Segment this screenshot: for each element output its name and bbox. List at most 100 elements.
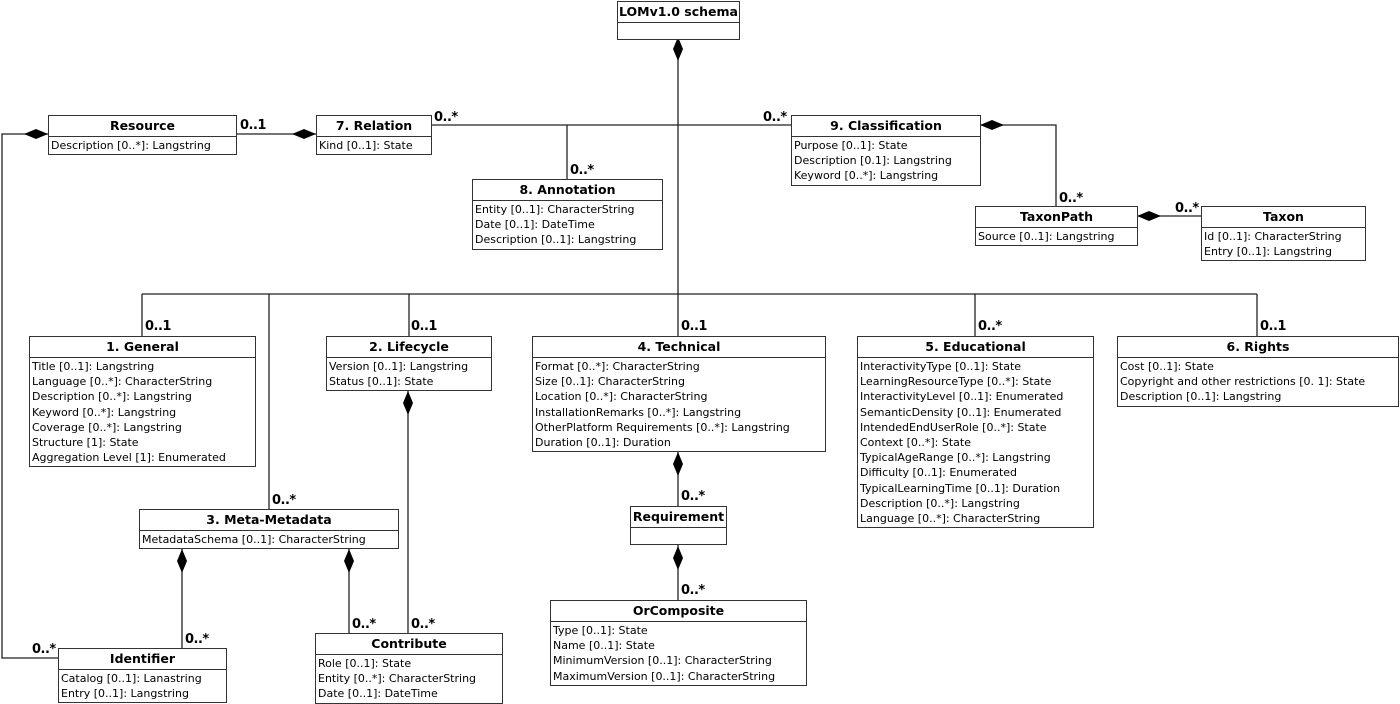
attribute: Entity [0..*]: CharacterString [318,672,477,686]
attribute: Duration [0..1]: Duration [535,436,671,450]
attribute: Entity [0..1]: CharacterString [475,203,635,216]
multiplicity-label: 0..1 [681,319,707,334]
multiplicity-label: 0..* [978,319,1002,334]
class-name: 1. General [30,337,255,358]
class-name: 6. Rights [1118,337,1398,358]
attribute: InstallationRemarks [0..*]: Langstring [535,405,742,419]
attribute: Description [0..*]: Langstring [51,139,211,152]
diamond-metametadata-contribute [344,549,354,573]
attribute: Language [0..*]: CharacterString [860,512,1041,526]
class-root[interactable]: LOMv1.0 schema [617,1,740,40]
class-taxonpath[interactable]: TaxonPath Source [0..1]: Langstring [975,206,1138,247]
multiplicity-label: 0..1 [411,319,437,334]
attribute: Type [0..1]: State [553,624,648,637]
class-name: 8. Annotation [473,180,662,201]
class-name: TaxonPath [976,207,1137,228]
class-name: 2. Lifecycle [327,337,491,358]
class-attributes [631,528,726,544]
attribute: InteractivityType [0..1]: State [860,360,1022,373]
attribute: Keyword [0..*]: Langstring [794,169,939,183]
class-rights[interactable]: 6. Rights Cost [0..1]: State Copyright a… [1117,336,1399,407]
class-attributes: Description [0..*]: Langstring [49,137,236,154]
multiplicity-label: 0..1 [1260,319,1286,334]
diamond-classification [980,120,1004,130]
multiplicity-label: 0..* [681,583,705,598]
class-attributes: Source [0..1]: Langstring [976,228,1137,245]
class-name: 7. Relation [317,116,431,137]
attribute: Catalog [0..1]: Lanastring [61,672,202,685]
line-classification-taxonpath [980,124,1057,206]
class-name: Requirement [631,507,726,528]
attribute: TypicalAgeRange [0..*]: Langstring [860,451,1051,465]
class-identifier[interactable]: Identifier Catalog [0..1]: Lanastring En… [58,648,227,704]
diamond-technical [673,452,683,476]
attribute: Description [0..*]: Langstring [860,496,1020,510]
diamond-taxonpath [1137,211,1161,221]
multiplicity-label: 0..1 [145,319,171,334]
attribute: Role [0..1]: State [318,657,412,670]
attribute: Location [0..*]: CharacterString [535,390,708,404]
diamond-lifecycle [403,391,413,415]
class-attributes: Format [0..*]: CharacterString Size [0..… [533,358,825,451]
attribute: Name [0..1]: State [553,639,655,653]
class-general[interactable]: 1. General Title [0..1]: Langstring Lang… [29,336,256,468]
class-name: LOMv1.0 schema [618,2,739,23]
class-attributes: InteractivityType [0..1]: State Learning… [858,358,1093,527]
multiplicity-label: 0..* [411,617,435,632]
attribute: Description [0.1]: Langstring [794,154,952,168]
class-name: Resource [49,116,236,137]
class-name: Taxon [1202,207,1365,228]
class-taxon[interactable]: Taxon Id [0..1]: CharacterString Entry [… [1201,206,1366,262]
class-attributes: Type [0..1]: State Name [0..1]: State Mi… [551,622,806,685]
class-contribute[interactable]: Contribute Role [0..1]: State Entity [0.… [315,633,503,704]
class-educational[interactable]: 5. Educational InteractivityType [0..1]:… [857,336,1094,529]
attribute: Keyword [0..*]: Langstring [32,405,177,419]
diamond-relation [292,129,316,139]
attribute: Difficulty [0..1]: Enumerated [860,466,1018,480]
attribute: Date [0..1]: DateTime [318,687,438,701]
class-relation[interactable]: 7. Relation Kind [0..1]: State [316,115,432,156]
class-metametadata[interactable]: 3. Meta-Metadata MetadataSchema [0..1]: … [139,509,399,550]
multiplicity-label: 0..* [570,163,594,178]
class-annotation[interactable]: 8. Annotation Entity [0..1]: CharacterSt… [472,179,663,250]
attribute: Coverage [0..*]: Langstring [32,420,182,434]
class-attributes: Version [0..1]: Langstring Status [0..1]… [327,358,491,390]
class-name: Identifier [59,649,226,670]
attribute: Entry [0..1]: Langstring [1204,245,1332,259]
attribute: Kind [0..1]: State [319,139,413,152]
attribute: Copyright and other restrictions [0. 1]:… [1120,375,1366,389]
attribute: TypicalLearningTime [0..1]: Duration [860,481,1061,495]
attribute: Cost [0..1]: State [1120,360,1214,373]
class-attributes: Id [0..1]: CharacterString Entry [0..1]:… [1202,228,1365,260]
class-attributes: Entity [0..1]: CharacterString Date [0..… [473,201,662,249]
class-attributes: Role [0..1]: State Entity [0..*]: Charac… [316,655,502,703]
class-lifecycle[interactable]: 2. Lifecycle Version [0..1]: Langstring … [326,336,492,392]
attribute: Language [0..*]: CharacterString [32,375,213,389]
attribute: OtherPlatform Requirements [0..*]: Langs… [535,420,790,434]
attribute: Version [0..1]: Langstring [329,360,469,373]
class-requirement[interactable]: Requirement [630,506,727,545]
multiplicity-label: 0..1 [240,118,266,133]
attribute: Format [0..*]: CharacterString [535,360,700,373]
class-attributes: Purpose [0..1]: State Description [0.1]:… [792,137,980,185]
class-name: OrComposite [551,601,806,622]
attribute: LearningResourceType [0..*]: State [860,375,1052,389]
class-classification[interactable]: 9. Classification Purpose [0..1]: State … [791,115,981,186]
multiplicity-label: 0..* [32,642,56,657]
multiplicity-label: 0..* [352,617,376,632]
diamond-root [673,37,683,61]
attribute: Id [0..1]: CharacterString [1204,230,1342,243]
class-resource[interactable]: Resource Description [0..*]: Langstring [48,115,237,156]
class-name: 5. Educational [858,337,1093,358]
class-orcomposite[interactable]: OrComposite Type [0..1]: State Name [0..… [550,600,807,686]
diamond-metametadata-identifier [177,549,187,573]
class-attributes: MetadataSchema [0..1]: CharacterString [140,531,398,548]
multiplicity-label: 0..* [434,110,458,125]
attribute: Description [0..1]: Langstring [1120,390,1282,404]
attribute: Description [0..1]: Langstring [475,233,637,247]
multiplicity-label: 0..* [681,489,705,504]
attribute: Source [0..1]: Langstring [978,230,1115,243]
class-technical[interactable]: 4. Technical Format [0..*]: CharacterStr… [532,336,826,453]
attribute: Context [0..*]: State [860,436,971,450]
diamond-resource [24,129,48,139]
